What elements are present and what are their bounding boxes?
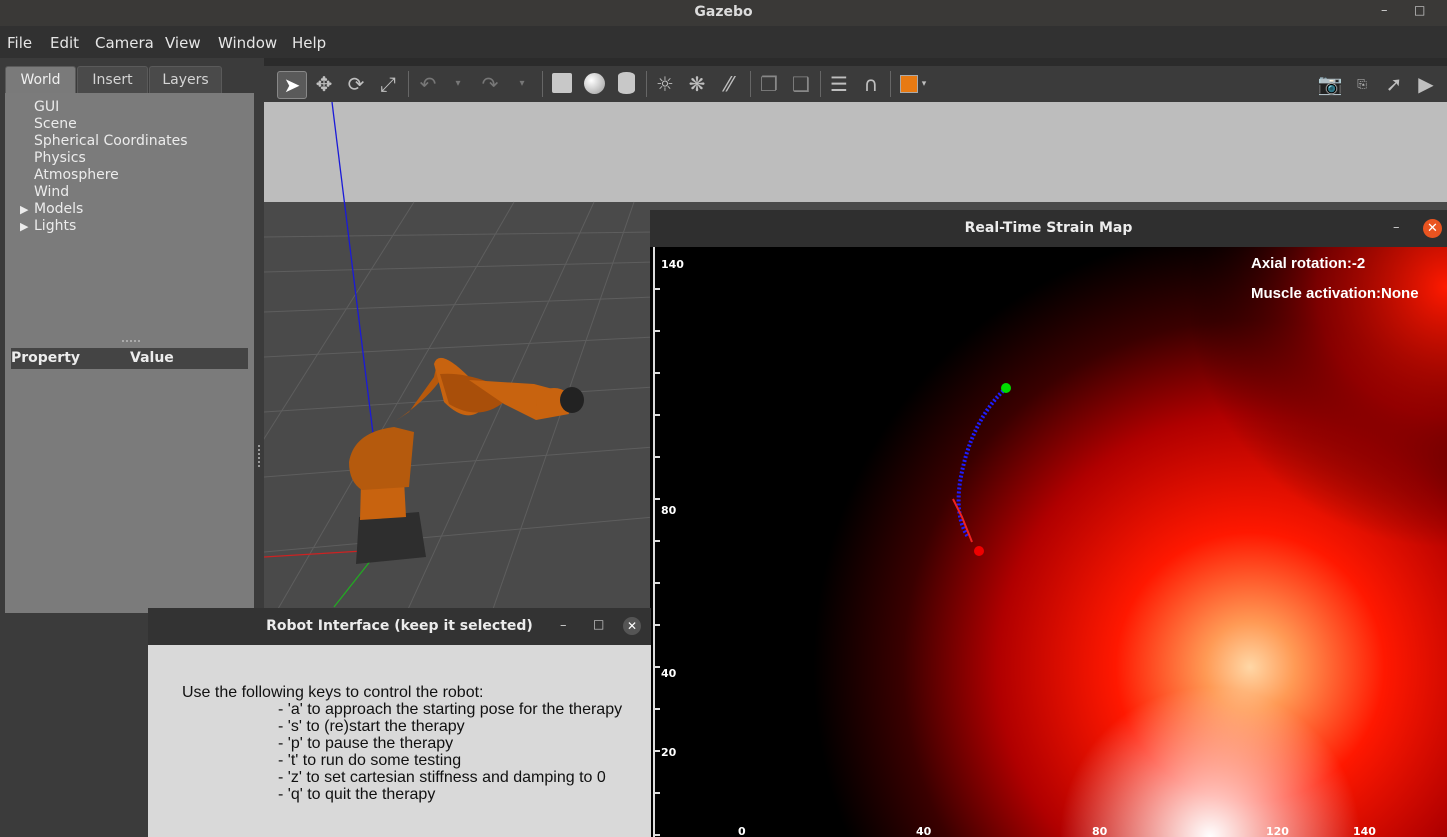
y-tick-label: 80: [661, 504, 677, 517]
value-column-label: Value: [130, 350, 174, 366]
strain-map-title: Real-Time Strain Map: [964, 220, 1133, 236]
snap-icon[interactable]: ∩: [858, 71, 884, 97]
expand-icon[interactable]: ▶: [20, 203, 28, 216]
log-icon[interactable]: ⎘: [1348, 71, 1376, 97]
toolbar-separator: [750, 71, 751, 97]
instruction-line: - 'p' to pause the therapy: [278, 735, 454, 752]
minimize-icon[interactable]: –: [1381, 3, 1388, 18]
end-point: [974, 546, 984, 556]
select-mode-icon[interactable]: ➤: [277, 71, 307, 99]
robot-minimize-icon[interactable]: –: [560, 618, 567, 633]
strain-minimize-icon[interactable]: –: [1393, 220, 1400, 235]
tree-item-atmosphere[interactable]: Atmosphere: [34, 167, 119, 183]
copy-icon[interactable]: ❐: [756, 71, 782, 97]
x-tick-label: 0: [738, 825, 746, 837]
y-tick-label: 40: [661, 667, 677, 680]
translate-mode-icon[interactable]: ✥: [310, 71, 338, 97]
robot-interface-title: Robot Interface (keep it selected): [266, 618, 533, 634]
box-shape-icon[interactable]: [552, 73, 572, 93]
point-light-icon[interactable]: ☼: [652, 71, 678, 97]
scale-mode-icon[interactable]: ⤢: [374, 71, 402, 97]
undo-icon[interactable]: ↶: [414, 71, 442, 97]
plot-icon[interactable]: ➚: [1380, 71, 1408, 97]
tree-item-wind[interactable]: Wind: [34, 184, 69, 200]
toolbar-separator: [890, 71, 891, 97]
undo-dropdown-icon[interactable]: ▾: [450, 71, 466, 97]
menu-edit[interactable]: Edit: [50, 34, 79, 52]
toolbar-separator: [542, 71, 543, 97]
menu-file[interactable]: File: [7, 34, 32, 52]
axial-rotation-label: Axial rotation:-2: [1251, 255, 1366, 272]
tree-item-spherical-coordinates[interactable]: Spherical Coordinates: [34, 133, 188, 149]
splitter-handle[interactable]: [122, 340, 140, 345]
menu-help[interactable]: Help: [292, 34, 326, 52]
view-angle-dropdown-icon[interactable]: ▾: [918, 71, 930, 97]
maximize-icon[interactable]: □: [1414, 3, 1425, 17]
robot-close-icon[interactable]: ✕: [623, 617, 641, 635]
x-tick-label: 80: [1092, 825, 1108, 837]
strain-close-icon[interactable]: ✕: [1423, 219, 1442, 238]
tree-item-lights[interactable]: Lights: [34, 218, 76, 234]
redo-dropdown-icon[interactable]: ▾: [514, 71, 530, 97]
toolbar-separator: [408, 71, 409, 97]
rotate-mode-icon[interactable]: ⟳: [342, 71, 370, 97]
tab-world[interactable]: World: [5, 66, 76, 94]
sky: [264, 102, 1447, 202]
y-tick-label: 140: [661, 258, 684, 271]
tree-item-models[interactable]: Models: [34, 201, 83, 217]
robot-maximize-icon[interactable]: □: [593, 617, 604, 631]
y-tick-label: 20: [661, 746, 677, 759]
property-column-label: Property: [11, 350, 81, 366]
instruction-line: - 's' to (re)start the therapy: [278, 718, 465, 735]
x-tick-label: 140: [1353, 825, 1376, 837]
property-header: Property Value: [11, 348, 248, 369]
video-record-icon[interactable]: ▶: [1412, 71, 1440, 97]
expand-icon[interactable]: ▶: [20, 220, 28, 233]
menu-view[interactable]: View: [165, 34, 201, 52]
x-tick-label: 120: [1266, 825, 1289, 837]
instruction-line: - 'a' to approach the starting pose for …: [278, 701, 623, 718]
instruction-line: - 'z' to set cartesian stiffness and dam…: [278, 769, 606, 786]
x-tick-label: 40: [916, 825, 932, 837]
muscle-activation-label: Muscle activation:None: [1251, 285, 1419, 302]
menu-camera[interactable]: Camera: [95, 34, 154, 52]
spot-light-icon[interactable]: ❋: [684, 71, 710, 97]
redo-icon[interactable]: ↷: [476, 71, 504, 97]
menu-window[interactable]: Window: [218, 34, 277, 52]
strain-map-title-bar: Real-Time Strain Map: [650, 210, 1447, 247]
paste-icon[interactable]: ❑: [788, 71, 814, 97]
instruction-line: - 't' to run do some testing: [278, 752, 462, 769]
tab-insert[interactable]: Insert: [77, 66, 148, 94]
window-title: Gazebo: [694, 4, 753, 20]
toolbar-separator: [646, 71, 647, 97]
toolbar-separator: [820, 71, 821, 97]
tree-item-physics[interactable]: Physics: [34, 150, 86, 166]
tree-item-scene[interactable]: Scene: [34, 116, 77, 132]
window-title-bar: Gazebo: [0, 0, 1447, 26]
sphere-shape-icon[interactable]: [584, 73, 605, 94]
cylinder-shape-icon[interactable]: [618, 72, 635, 94]
screenshot-icon[interactable]: 📷: [1316, 71, 1344, 97]
start-point: [1001, 383, 1011, 393]
robot-interface-title-bar: Robot Interface (keep it selected): [148, 608, 651, 645]
strain-heatmap: [650, 247, 1447, 837]
instruction-line: - 'q' to quit the therapy: [278, 786, 436, 803]
directional-light-icon[interactable]: ⁄⁄: [716, 71, 742, 97]
tab-layers[interactable]: Layers: [149, 66, 222, 94]
view-angle-icon[interactable]: [900, 75, 918, 93]
menu-bar: File Edit Camera View Window Help: [0, 26, 1447, 58]
align-icon[interactable]: ☰: [826, 71, 852, 97]
panel-resize-handle[interactable]: [258, 445, 263, 467]
tree-item-gui[interactable]: GUI: [34, 99, 59, 115]
instructions-intro: Use the following keys to control the ro…: [182, 684, 484, 701]
